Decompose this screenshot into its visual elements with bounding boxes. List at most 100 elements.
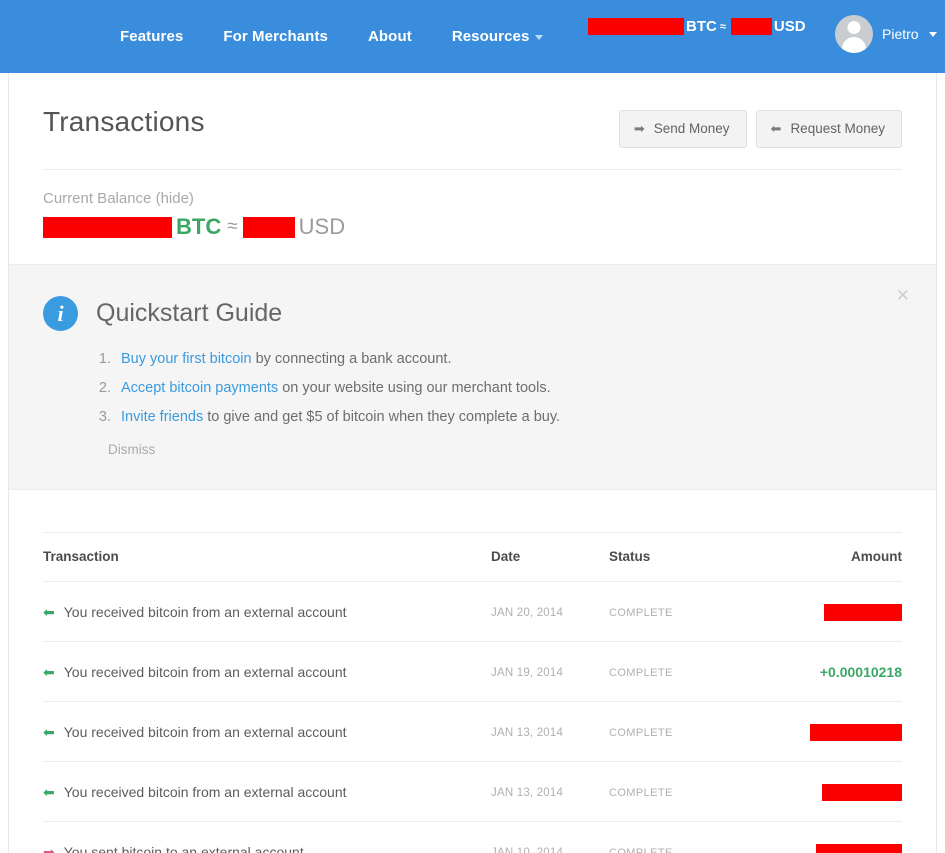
chevron-down-icon bbox=[535, 34, 544, 40]
status-cell: COMPLETE bbox=[609, 701, 784, 762]
column-header-amount[interactable]: Amount bbox=[784, 532, 902, 582]
table-row[interactable]: ⬅ You received bitcoin from an external a… bbox=[43, 761, 902, 822]
current-balance-label: Current Balance (hide) bbox=[43, 190, 902, 207]
status-badge: COMPLETE bbox=[609, 607, 673, 619]
quickstart-steps: Buy your first bitcoin by connecting a b… bbox=[115, 351, 902, 425]
balance-btc-unit: BTC bbox=[176, 214, 222, 239]
table-row[interactable]: ⬅ You received bitcoin from an external a… bbox=[43, 641, 902, 702]
amount-cell: +0.00010218 bbox=[784, 641, 902, 702]
transaction-description: ➡ You sent bitcoin to an external account bbox=[43, 844, 491, 853]
balance-usd-amount-redacted bbox=[242, 216, 295, 238]
balance-usd-unit: USD bbox=[298, 214, 346, 239]
quickstart-step-text: to give and get $5 of bitcoin when they … bbox=[203, 409, 561, 425]
nav-link-about[interactable]: About bbox=[368, 28, 412, 45]
transaction-date: JAN 10, 2014 bbox=[491, 847, 564, 853]
table-row[interactable]: ⬅ You received bitcoin from an external a… bbox=[43, 581, 902, 642]
transaction-cell: ➡ You sent bitcoin to an external account bbox=[43, 821, 491, 853]
arrow-left-received-icon: ⬅ bbox=[43, 724, 55, 740]
table-header-row: Transaction Date Status Amount bbox=[43, 532, 902, 582]
column-header-date[interactable]: Date bbox=[491, 532, 609, 582]
status-cell: COMPLETE bbox=[609, 641, 784, 702]
status-badge: COMPLETE bbox=[609, 727, 673, 739]
status-badge: COMPLETE bbox=[609, 787, 673, 799]
quickstart-step: Buy your first bitcoin by connecting a b… bbox=[115, 351, 902, 367]
arrow-left-icon: ⬅ bbox=[770, 121, 782, 136]
transaction-label: You received bitcoin from an external ac… bbox=[63, 724, 347, 740]
arrow-left-received-icon: ⬅ bbox=[43, 604, 55, 620]
info-icon: i bbox=[43, 296, 78, 331]
transaction-description: ⬅ You received bitcoin from an external a… bbox=[43, 724, 491, 740]
nav-link-label: About bbox=[367, 28, 412, 45]
balance-amount-row: BTC ≈ USD bbox=[43, 214, 902, 240]
nav-link-for-merchants[interactable]: For Merchants bbox=[223, 28, 328, 45]
amount-redacted bbox=[822, 783, 902, 801]
buy-first-bitcoin-link[interactable]: Buy your first bitcoin bbox=[121, 351, 252, 367]
status-cell: COMPLETE bbox=[609, 821, 784, 853]
hide-balance-link[interactable]: (hide) bbox=[156, 190, 194, 207]
approximately-equal-icon: ≈ bbox=[227, 216, 238, 237]
date-cell: JAN 13, 2014 bbox=[491, 761, 609, 822]
arrow-left-received-icon: ⬅ bbox=[43, 664, 55, 680]
transaction-date: JAN 20, 2014 bbox=[491, 607, 564, 619]
main-nav: Features For Merchants About Resources bbox=[120, 28, 544, 45]
transaction-date: JAN 19, 2014 bbox=[491, 667, 564, 679]
nav-link-label: Features bbox=[120, 28, 184, 45]
nav-link-resources[interactable]: Resources bbox=[452, 28, 544, 45]
table-row[interactable]: ➡ You sent bitcoin to an external account… bbox=[43, 821, 902, 853]
transaction-label: You received bitcoin from an external ac… bbox=[63, 664, 347, 680]
quickstart-title: Quickstart Guide bbox=[96, 299, 283, 327]
transaction-date: JAN 13, 2014 bbox=[491, 727, 564, 739]
transactions-table-head: Transaction Date Status Amount bbox=[43, 532, 902, 582]
column-header-status[interactable]: Status bbox=[609, 532, 784, 582]
navbar-balance: BTC ≈ USD bbox=[588, 18, 806, 35]
status-badge: COMPLETE bbox=[609, 667, 673, 679]
transaction-label: You received bitcoin from an external ac… bbox=[63, 604, 347, 620]
transaction-cell: ⬅ You received bitcoin from an external a… bbox=[43, 761, 491, 822]
navbar-usd-amount-redacted bbox=[730, 18, 772, 35]
page-head: Transactions ➡ Send Money ⬅ Request Mone… bbox=[43, 73, 902, 170]
transaction-amount: +0.00010218 bbox=[819, 664, 902, 680]
content-container: Transactions ➡ Send Money ⬅ Request Mone… bbox=[8, 73, 937, 853]
arrow-right-sent-icon: ➡ bbox=[43, 844, 55, 853]
status-cell: COMPLETE bbox=[609, 761, 784, 822]
page-header-section: Transactions ➡ Send Money ⬅ Request Mone… bbox=[9, 73, 936, 264]
transaction-description: ⬅ You received bitcoin from an external a… bbox=[43, 784, 491, 800]
close-icon[interactable]: ✕ bbox=[896, 287, 910, 304]
quickstart-step: Accept bitcoin payments on your website … bbox=[115, 380, 902, 396]
request-money-label: Request Money bbox=[790, 121, 885, 136]
transactions-table-body: ⬅ You received bitcoin from an external a… bbox=[43, 581, 902, 853]
transaction-label: You received bitcoin from an external ac… bbox=[63, 784, 347, 800]
transactions-section: Transaction Date Status Amount ⬅ You rece… bbox=[9, 490, 936, 853]
send-money-button[interactable]: ➡ Send Money bbox=[618, 110, 747, 148]
arrow-right-icon: ➡ bbox=[633, 121, 645, 136]
user-menu[interactable]: Pietro bbox=[835, 15, 937, 53]
amount-redacted bbox=[816, 843, 902, 853]
status-badge: COMPLETE bbox=[609, 847, 673, 853]
date-cell: JAN 10, 2014 bbox=[491, 821, 609, 853]
column-header-transaction[interactable]: Transaction bbox=[43, 532, 491, 582]
arrow-left-received-icon: ⬅ bbox=[43, 784, 55, 800]
amount-cell bbox=[784, 761, 902, 822]
transaction-cell: ⬅ You received bitcoin from an external a… bbox=[43, 581, 491, 642]
date-cell: JAN 13, 2014 bbox=[491, 701, 609, 762]
navbar-btc-unit: BTC bbox=[686, 18, 717, 35]
user-name-label: Pietro bbox=[882, 26, 919, 42]
header-actions: ➡ Send Money ⬅ Request Money bbox=[618, 110, 902, 148]
amount-redacted bbox=[824, 603, 902, 621]
quickstart-step-text: on your website using our merchant tools… bbox=[278, 380, 551, 396]
transaction-label: You sent bitcoin to an external account bbox=[63, 844, 304, 853]
dismiss-link[interactable]: Dismiss bbox=[108, 442, 902, 457]
accept-bitcoin-payments-link[interactable]: Accept bitcoin payments bbox=[121, 380, 278, 396]
amount-cell bbox=[784, 581, 902, 642]
top-navbar: Features For Merchants About Resources B… bbox=[0, 0, 945, 73]
request-money-button[interactable]: ⬅ Request Money bbox=[755, 110, 902, 148]
nav-link-label: Resources bbox=[451, 28, 530, 45]
current-balance-panel: Current Balance (hide) BTC ≈ USD bbox=[43, 170, 902, 264]
invite-friends-link[interactable]: Invite friends bbox=[121, 409, 203, 425]
page-title: Transactions bbox=[43, 106, 205, 137]
nav-link-features[interactable]: Features bbox=[120, 28, 183, 45]
transactions-table: Transaction Date Status Amount ⬅ You rece… bbox=[43, 532, 902, 853]
chevron-down-icon bbox=[928, 31, 937, 37]
table-row[interactable]: ⬅ You received bitcoin from an external a… bbox=[43, 701, 902, 762]
transaction-description: ⬅ You received bitcoin from an external a… bbox=[43, 604, 491, 620]
